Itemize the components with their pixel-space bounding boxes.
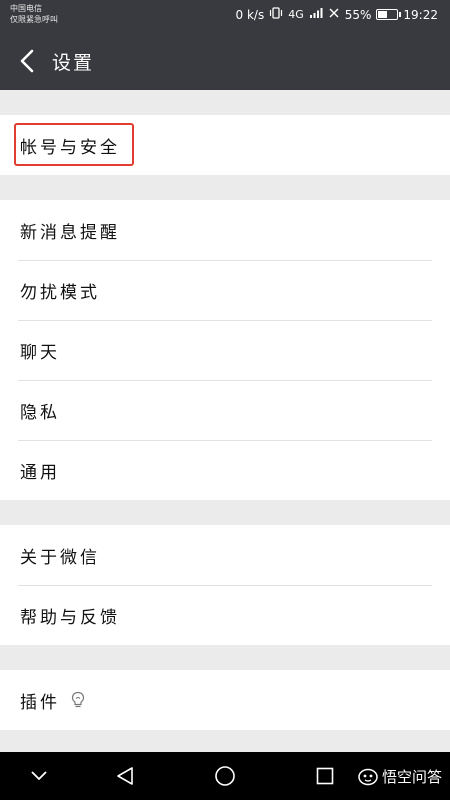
about-group: 关于微信 帮助与反馈 (0, 525, 450, 645)
settings-item-help-feedback[interactable]: 帮助与反馈 (0, 585, 450, 645)
status-icons: 0 k/s 4G 55% 19:22 (235, 7, 438, 22)
signal-icon (309, 7, 323, 22)
hide-nav-button[interactable] (26, 764, 52, 788)
settings-item-about-wechat[interactable]: 关于微信 (0, 525, 450, 585)
settings-item-label: 聊天 (20, 342, 60, 363)
battery-percent: 55% (344, 7, 372, 22)
triangle-back-icon (117, 767, 133, 785)
settings-item-label: 帮助与反馈 (20, 607, 120, 628)
square-recents-icon (316, 767, 334, 785)
no-signal-icon (328, 7, 340, 22)
page-title: 设置 (52, 52, 95, 74)
settings-item-label: 插件 (20, 692, 60, 713)
settings-item-label: 通用 (20, 462, 60, 483)
clock: 19:22 (403, 7, 438, 22)
title-bar: 设置 (0, 32, 450, 90)
settings-item-label: 新消息提醒 (20, 222, 120, 243)
watermark-text: 悟空问答 (381, 768, 442, 786)
settings-item-label: 隐私 (20, 402, 60, 423)
watermark: 悟空问答 (358, 766, 442, 787)
settings-item-chats[interactable]: 聊天 (0, 320, 450, 380)
vibrate-icon (269, 7, 283, 22)
circle-home-icon (215, 766, 235, 786)
carrier-name: 中国电信 (10, 4, 42, 13)
settings-item-account-security[interactable]: 帐号与安全 (0, 115, 450, 175)
back-button[interactable] (12, 46, 42, 76)
nav-back-button[interactable] (112, 764, 138, 788)
system-nav-bar: 悟空问答 (0, 752, 450, 800)
account-group: 帐号与安全 (0, 115, 450, 175)
general-group: 新消息提醒 勿扰模式 聊天 隐私 通用 (0, 200, 450, 500)
settings-item-label: 关于微信 (20, 547, 100, 568)
settings-item-general[interactable]: 通用 (0, 440, 450, 500)
settings-item-label: 帐号与安全 (20, 137, 120, 158)
status-bar: 中国电信 仅限紧急呼叫 0 k/s 4G 55% 19:22 (0, 0, 450, 32)
lightbulb-icon (70, 691, 86, 709)
settings-item-new-message-alerts[interactable]: 新消息提醒 (0, 200, 450, 260)
network-type: 4G (288, 8, 304, 21)
battery-icon (376, 9, 402, 20)
settings-item-do-not-disturb[interactable]: 勿扰模式 (0, 260, 450, 320)
back-arrow-icon (20, 49, 34, 73)
network-speed: 0 k/s (235, 7, 265, 22)
nav-home-button[interactable] (212, 764, 238, 788)
settings-item-privacy[interactable]: 隐私 (0, 380, 450, 440)
wukong-logo-icon (358, 768, 378, 785)
nav-recents-button[interactable] (312, 764, 338, 788)
carrier-emergency-only: 仅限紧急呼叫 (10, 15, 58, 24)
settings-item-label: 勿扰模式 (20, 282, 100, 303)
chevron-down-icon (31, 771, 47, 780)
carrier-info: 中国电信 仅限紧急呼叫 (10, 3, 58, 25)
settings-item-plugins[interactable]: 插件 (0, 670, 450, 730)
plugins-group: 插件 (0, 670, 450, 730)
